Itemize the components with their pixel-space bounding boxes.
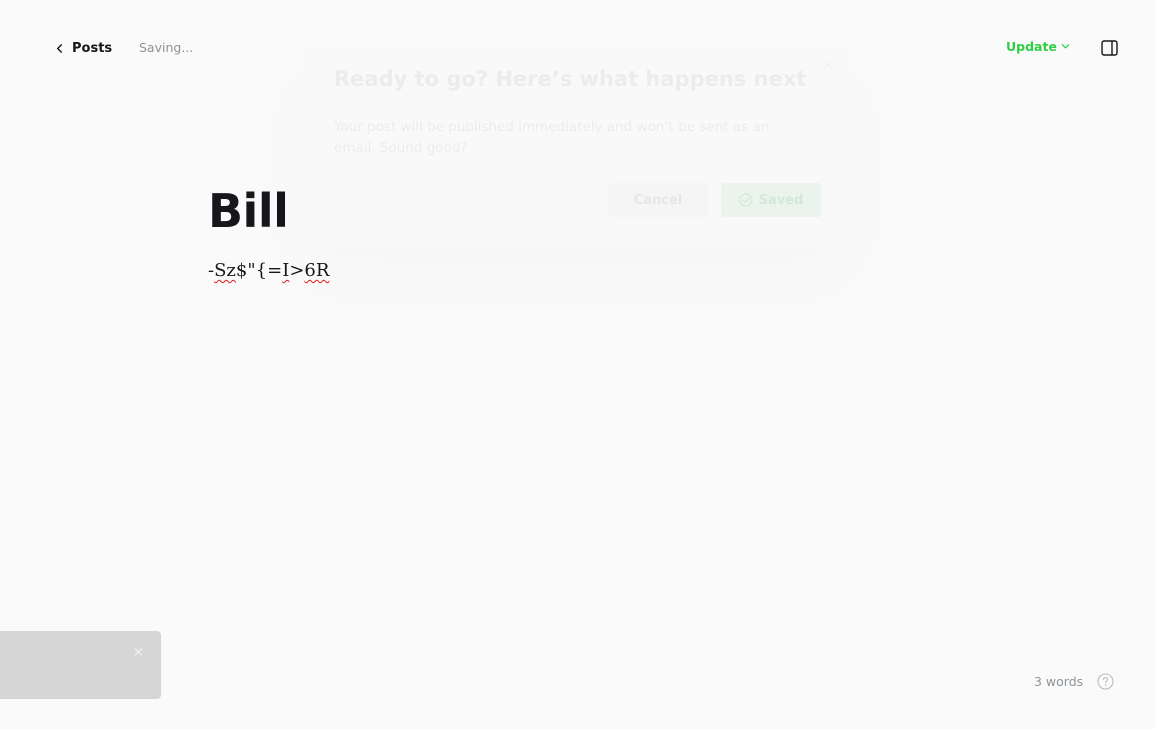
saved-button[interactable]: Saved — [721, 183, 821, 217]
cancel-button[interactable]: Cancel — [608, 183, 708, 217]
editor-page: Posts Saving... Update Bill -Sz$"{=I>6R … — [0, 0, 1156, 729]
body-text: $"{= — [235, 260, 283, 281]
chevron-down-icon — [1061, 44, 1070, 49]
misspelled-word: 6R — [304, 260, 330, 281]
post-title[interactable]: Bill — [208, 183, 289, 239]
chevron-left-icon — [56, 43, 63, 53]
back-link-label: Posts — [72, 40, 113, 56]
update-button-label: Update — [1006, 39, 1057, 54]
publish-confirm-modal: × Ready to go? Here’s what happens next … — [300, 45, 852, 247]
sidebar-toggle-icon[interactable] — [1101, 40, 1118, 56]
saved-button-label: Saved — [758, 192, 804, 208]
update-button[interactable]: Update — [1006, 39, 1070, 54]
post-body[interactable]: -Sz$"{=I>6R — [208, 259, 329, 283]
modal-title: Ready to go? Here’s what happens next — [334, 67, 807, 91]
question-circle-icon[interactable] — [1097, 673, 1114, 690]
close-icon[interactable]: × — [133, 645, 144, 661]
notification-toast: × — [0, 631, 161, 699]
body-text: > — [289, 260, 305, 281]
modal-body: Your post will be published immediately … — [334, 119, 770, 156]
back-to-posts-link[interactable]: Posts — [55, 38, 112, 58]
close-icon[interactable]: × — [822, 57, 834, 73]
misspelled-word: Sz — [214, 260, 236, 281]
check-circle-icon — [739, 193, 753, 207]
word-count: 3 words — [1034, 674, 1084, 689]
save-status: Saving... — [139, 40, 194, 55]
